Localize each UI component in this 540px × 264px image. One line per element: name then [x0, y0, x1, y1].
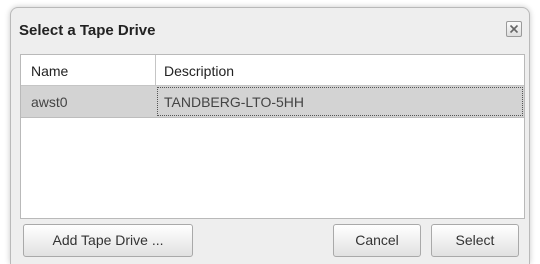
cell-name: awst0	[31, 94, 68, 110]
tape-drive-table: Name Description awst0 TANDBERG-LTO-5HH	[20, 54, 525, 219]
select-button[interactable]: Select	[431, 224, 519, 257]
add-tape-drive-button[interactable]: Add Tape Drive ...	[23, 224, 193, 257]
table-row[interactable]: awst0 TANDBERG-LTO-5HH	[21, 86, 524, 118]
cancel-button[interactable]: Cancel	[333, 224, 421, 257]
column-header-description[interactable]: Description	[164, 63, 234, 79]
dialog-title: Select a Tape Drive	[19, 22, 156, 39]
cell-description: TANDBERG-LTO-5HH	[164, 94, 305, 110]
column-divider[interactable]	[155, 55, 156, 85]
table-header: Name Description	[21, 55, 524, 86]
select-tape-drive-dialog: Select a Tape Drive Name Description aws…	[10, 7, 530, 264]
column-header-name[interactable]: Name	[31, 63, 68, 79]
close-x-icon	[509, 24, 519, 34]
close-button[interactable]	[506, 21, 522, 37]
